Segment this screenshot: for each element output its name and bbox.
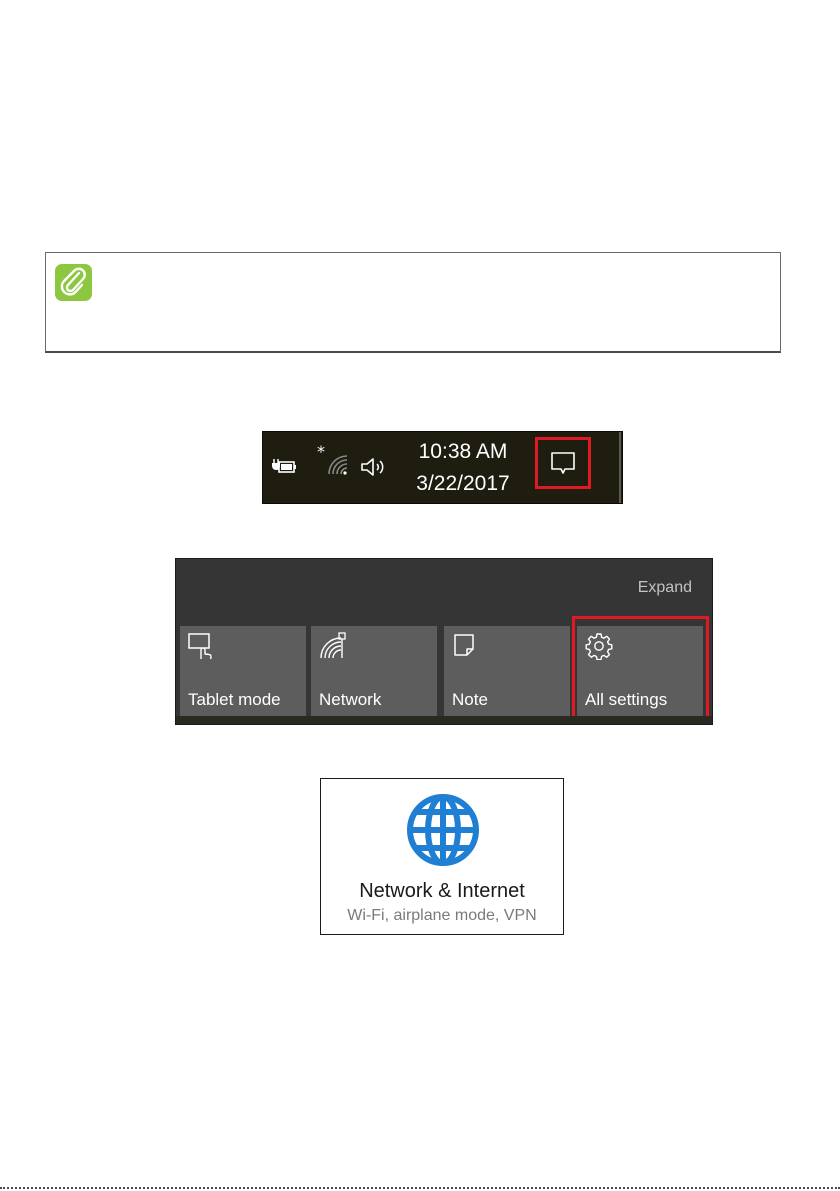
tablet-mode-icon [188,632,216,665]
note-icon [452,632,478,663]
tile-network[interactable]: Network [311,626,437,716]
wifi-icon[interactable]: * [317,442,351,483]
all-settings-highlight [572,616,709,724]
taskbar-divider [619,432,621,503]
taskbar: * 10:38 AM 3/22/2017 [262,431,623,504]
action-center-button[interactable] [535,437,591,489]
card-title: Network & Internet [359,880,525,902]
action-center-panel: Expand Tablet mode Network Note All sett… [175,558,713,725]
tile-tablet-mode[interactable]: Tablet mode [180,626,306,716]
tile-note[interactable]: Note [444,626,570,716]
card-subtitle: Wi-Fi, airplane mode, VPN [347,907,537,924]
svg-text:*: * [317,444,325,461]
tile-label: Network [319,690,382,709]
globe-icon [405,792,481,873]
taskbar-time[interactable]: 10:38 AM [403,440,523,464]
tile-label: Tablet mode [188,690,281,709]
paperclip-icon [55,264,92,301]
network-icon [319,632,347,665]
page-bottom-rule [0,1187,840,1189]
panel-bottom-strip [176,716,712,724]
network-internet-card[interactable]: Network & Internet Wi-Fi, airplane mode,… [320,778,564,935]
battery-charging-icon[interactable] [271,457,297,480]
expand-link[interactable]: Expand [638,579,692,597]
tile-label: Note [452,690,488,709]
action-center-icon [551,452,575,474]
note-box [45,252,781,353]
volume-icon[interactable] [360,456,394,483]
taskbar-date[interactable]: 3/22/2017 [403,472,523,496]
